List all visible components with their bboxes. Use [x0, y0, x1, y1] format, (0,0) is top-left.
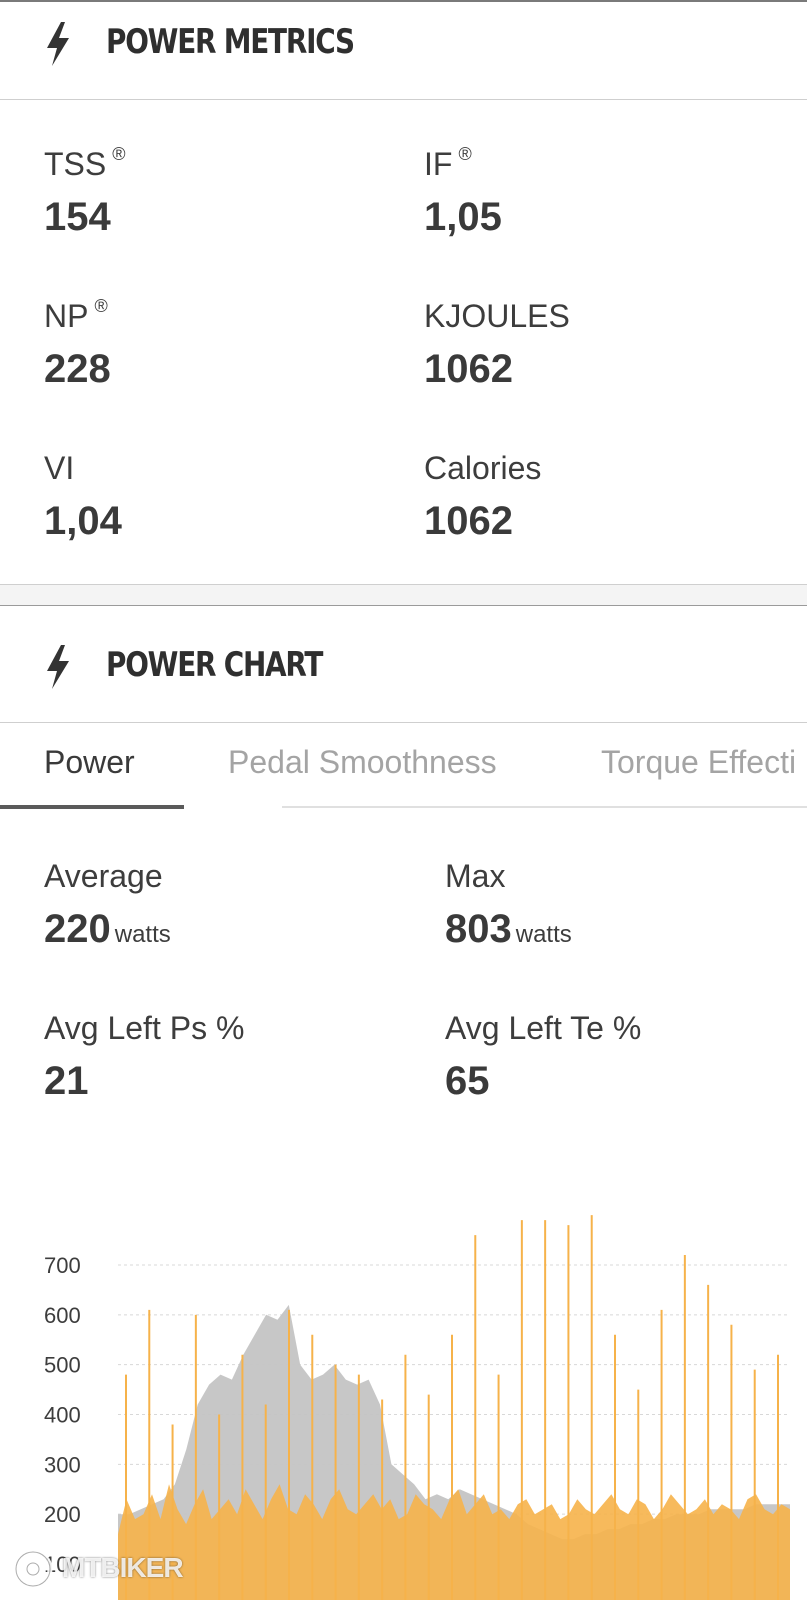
metric-kjoules: KJOULES 1062 — [424, 298, 570, 392]
tab-rule — [282, 806, 807, 808]
section-title: POWER CHART — [106, 645, 323, 685]
metric-value: 1,05 — [424, 195, 502, 239]
tab-torque-effectiveness[interactable]: Torque Effecti — [601, 744, 796, 781]
metric-label: IF — [424, 146, 453, 182]
chart-tabs: Power Pedal Smoothness Torque Effecti — [0, 722, 807, 810]
metric-value: 1062 — [424, 499, 513, 543]
registered-mark: ® — [112, 144, 126, 164]
registered-mark: ® — [458, 144, 472, 164]
stat-avg-left-te: Avg Left Te % 65 — [445, 1010, 641, 1104]
stat-unit: watts — [515, 921, 572, 948]
metric-calories: Calories 1062 — [424, 450, 541, 544]
power-chart[interactable]: 700 600 500 400 300 200 100 — [0, 1180, 807, 1600]
metric-label: TSS — [44, 146, 107, 182]
metric-np: NP ® 228 — [44, 296, 111, 392]
power-metrics-header: POWER METRICS — [0, 2, 807, 100]
metric-value: 228 — [44, 347, 111, 391]
metric-label: VI — [44, 450, 75, 486]
metric-label: NP — [44, 298, 89, 334]
y-tick-label: 400 — [44, 1403, 81, 1428]
gear-logo-icon — [13, 1549, 53, 1589]
y-tick-label: 700 — [44, 1253, 81, 1278]
metric-value: 1,04 — [44, 499, 122, 543]
tab-power[interactable]: Power — [44, 744, 135, 781]
y-tick-label: 300 — [44, 1452, 81, 1477]
registered-mark: ® — [94, 296, 108, 316]
stat-value: 21 — [44, 1059, 89, 1103]
active-tab-indicator — [0, 805, 184, 809]
stat-avg-left-ps: Avg Left Ps % 21 — [44, 1010, 244, 1104]
metric-label: Calories — [424, 450, 542, 486]
mtbiker-watermark: MTBIKER — [10, 1544, 200, 1594]
watermark-text: MTBIKER — [62, 1552, 184, 1583]
y-tick-label: 200 — [44, 1502, 81, 1527]
tab-pedal-smoothness[interactable]: Pedal Smoothness — [228, 744, 497, 781]
stat-label: Avg Left Ps % — [44, 1010, 245, 1046]
stat-label: Average — [44, 858, 163, 894]
stat-label: Avg Left Te % — [445, 1010, 642, 1046]
metric-tss: TSS ® 154 — [44, 144, 126, 240]
y-tick-label: 600 — [44, 1303, 81, 1328]
stat-average: Average 220 watts — [44, 858, 171, 952]
power-chart-header: POWER CHART — [0, 625, 807, 723]
section-title: POWER METRICS — [106, 22, 355, 62]
stat-value: 65 — [445, 1059, 490, 1103]
metric-value: 1062 — [424, 347, 513, 391]
stat-value: 803 — [445, 907, 512, 951]
metric-label: KJOULES — [424, 298, 570, 334]
y-tick-label: 500 — [44, 1353, 81, 1378]
bolt-icon — [47, 645, 69, 689]
stat-label: Max — [445, 858, 506, 894]
section-divider — [0, 584, 807, 606]
stat-value: 220 — [44, 907, 111, 951]
stat-unit: watts — [114, 921, 171, 948]
stat-max: Max 803 watts — [445, 858, 572, 952]
metric-vi: VI 1,04 — [44, 450, 122, 544]
bolt-icon — [47, 22, 69, 66]
metric-value: 154 — [44, 195, 111, 239]
metric-if: IF ® 1,05 — [424, 144, 502, 240]
power-chart-svg: 700600500400300200100 — [44, 1215, 790, 1600]
